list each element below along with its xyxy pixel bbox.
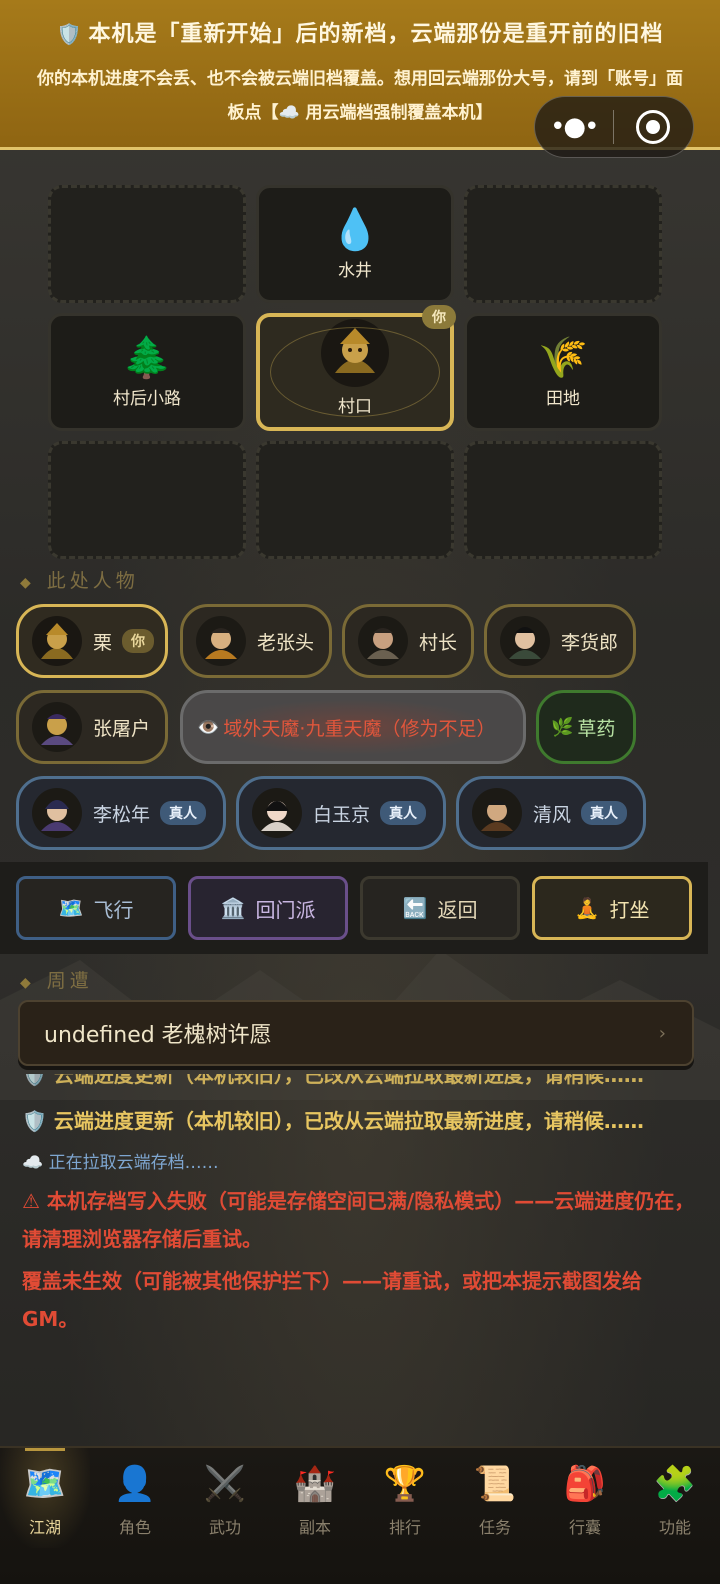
scroll-icon: 📜 bbox=[473, 1464, 517, 1504]
nav-features[interactable]: 🧩 功能 bbox=[630, 1448, 720, 1548]
chevron-right-icon: › bbox=[658, 1022, 666, 1044]
person-chip-self[interactable]: 栗 你 bbox=[16, 604, 168, 678]
avatar bbox=[196, 616, 246, 666]
puzzle-icon: 🧩 bbox=[653, 1464, 697, 1504]
record-target-icon bbox=[636, 110, 671, 144]
nav-ranking[interactable]: 🏆 排行 bbox=[360, 1448, 450, 1548]
map-cell-label: 水井 bbox=[338, 260, 372, 281]
crossed-swords-icon: ⚔️ bbox=[203, 1464, 247, 1504]
herb-chip[interactable]: 🌿 草药 bbox=[536, 690, 636, 764]
demon-chip[interactable]: 👁️ 域外天魔·九重天魔（修为不足） bbox=[180, 690, 526, 764]
backpack-icon: 🎒 bbox=[563, 1464, 607, 1504]
nav-character[interactable]: 👤 角色 bbox=[90, 1448, 180, 1548]
map-cell-village-entrance[interactable]: 村口 你 bbox=[256, 305, 456, 431]
avatar bbox=[358, 616, 408, 666]
log-entry: 🛡️ 云端进度更新（本机较旧），已改从云端拉取最新进度，请稍候…… bbox=[22, 1109, 644, 1133]
fly-button[interactable]: 🗺️ 飞行 bbox=[16, 876, 176, 940]
log-entry: ⚠ 本机存档写入失败（可能是存储空间已满/隐私模式）——云端进度仍在，请清理浏览… bbox=[22, 1189, 695, 1251]
map-grid: 💧 水井 🌲 村后小路 村口 你 🌾 田地 bbox=[48, 185, 664, 559]
user-icon: 👤 bbox=[113, 1464, 157, 1504]
nav-quests[interactable]: 📜 任务 bbox=[450, 1448, 540, 1548]
rice-stalk-icon: 🌾 bbox=[538, 334, 588, 381]
meditate-button[interactable]: 🧘 打坐 bbox=[532, 876, 692, 940]
log-entry: ☁️ 正在拉取云端存档…… bbox=[22, 1153, 219, 1173]
avatar bbox=[32, 702, 82, 752]
map-cell-empty bbox=[48, 185, 246, 303]
banner-title: 🛡️ 本机是「重新开始」后的新档，云端那份是重开前的旧档 bbox=[56, 22, 664, 47]
bottom-nav: 🗺️ 江湖 👤 角色 ⚔️ 武功 🏰 副本 🏆 排行 📜 任务 🎒 行囊 🧩 功… bbox=[0, 1446, 720, 1584]
meditation-icon: 🧘 bbox=[574, 896, 600, 920]
nav-jianghu[interactable]: 🗺️ 江湖 bbox=[0, 1448, 90, 1548]
real-person-badge: 真人 bbox=[160, 801, 207, 825]
close-target-button[interactable] bbox=[614, 110, 694, 144]
back-arrow-icon: 🔙 bbox=[402, 896, 428, 920]
shield-icon: 🛡️ bbox=[56, 22, 83, 46]
eye-icon: 👁️ bbox=[197, 716, 220, 738]
real-person-badge: 真人 bbox=[380, 801, 427, 825]
log-entry: 🛡️ 云端进度更新（本机较旧），已改从云端拉取最新进度，请稍候…… bbox=[22, 1074, 644, 1087]
water-drop-icon: 💧 bbox=[330, 206, 380, 253]
map-cell-label: 村后小路 bbox=[113, 388, 181, 409]
map-cell-empty bbox=[464, 441, 662, 559]
people-section-header: ◆ 此处人物 bbox=[20, 570, 139, 592]
world-map-icon: 🗺️ bbox=[23, 1464, 67, 1504]
trophy-icon: 🏆 bbox=[383, 1464, 427, 1504]
surroundings-section-header: ◆ 周遭 bbox=[20, 970, 93, 992]
person-chip[interactable]: 村长 bbox=[342, 604, 474, 678]
map-cell-field[interactable]: 🌾 田地 bbox=[464, 313, 662, 431]
herb-leaf-icon: 🌿 bbox=[551, 716, 574, 738]
map-cell-empty bbox=[48, 441, 246, 559]
pine-tree-icon: 🌲 bbox=[122, 334, 172, 381]
diamond-icon: ◆ bbox=[20, 575, 35, 591]
return-to-sect-button[interactable]: 🏛️ 回门派 bbox=[188, 876, 348, 940]
person-chip[interactable]: 李货郎 bbox=[484, 604, 636, 678]
real-player-chip[interactable]: 白玉京 真人 bbox=[236, 776, 446, 850]
avatar bbox=[500, 616, 550, 666]
nav-dungeon[interactable]: 🏰 副本 bbox=[270, 1448, 360, 1548]
more-dots-icon[interactable]: •●• bbox=[535, 112, 613, 142]
you-marker-badge: 你 bbox=[422, 305, 456, 329]
back-button[interactable]: 🔙 返回 bbox=[360, 876, 520, 940]
surroundings-item[interactable]: undefined 老槐树许愿 › bbox=[18, 1000, 694, 1066]
map-cell-label: 田地 bbox=[546, 388, 580, 409]
log-entry: 覆盖未生效（可能被其他保护拦下）——请重试，或把本提示截图发给 GM。 bbox=[22, 1269, 642, 1331]
real-person-badge: 真人 bbox=[581, 801, 628, 825]
map-cell-back-road[interactable]: 🌲 村后小路 bbox=[48, 313, 246, 431]
message-log: 🛡️ 云端进度更新（本机较旧），已改从云端拉取最新进度，请稍候…… 🛡️ 云端进… bbox=[22, 1074, 702, 1426]
diamond-icon: ◆ bbox=[20, 975, 35, 991]
avatar bbox=[472, 788, 522, 838]
nav-inventory[interactable]: 🎒 行囊 bbox=[540, 1448, 630, 1548]
person-chip[interactable]: 张屠户 bbox=[16, 690, 168, 764]
map-cell-empty bbox=[256, 441, 454, 559]
avatar bbox=[32, 788, 82, 838]
you-badge: 你 bbox=[122, 629, 155, 653]
nav-martial-arts[interactable]: ⚔️ 武功 bbox=[180, 1448, 270, 1548]
temple-icon: 🏛️ bbox=[220, 896, 246, 920]
mini-program-capsule: •●• bbox=[534, 96, 694, 158]
map-cell-well[interactable]: 💧 水井 bbox=[256, 185, 454, 303]
person-chip[interactable]: 老张头 bbox=[180, 604, 332, 678]
map-icon: 🗺️ bbox=[58, 896, 84, 920]
real-player-chip[interactable]: 清风 真人 bbox=[456, 776, 646, 850]
avatar bbox=[32, 616, 82, 666]
action-bar: 🗺️ 飞行 🏛️ 回门派 🔙 返回 🧘 打坐 bbox=[0, 862, 708, 954]
avatar bbox=[252, 788, 302, 838]
castle-icon: 🏰 bbox=[293, 1464, 337, 1504]
map-cell-empty bbox=[464, 185, 662, 303]
real-player-chip[interactable]: 李松年 真人 bbox=[16, 776, 226, 850]
